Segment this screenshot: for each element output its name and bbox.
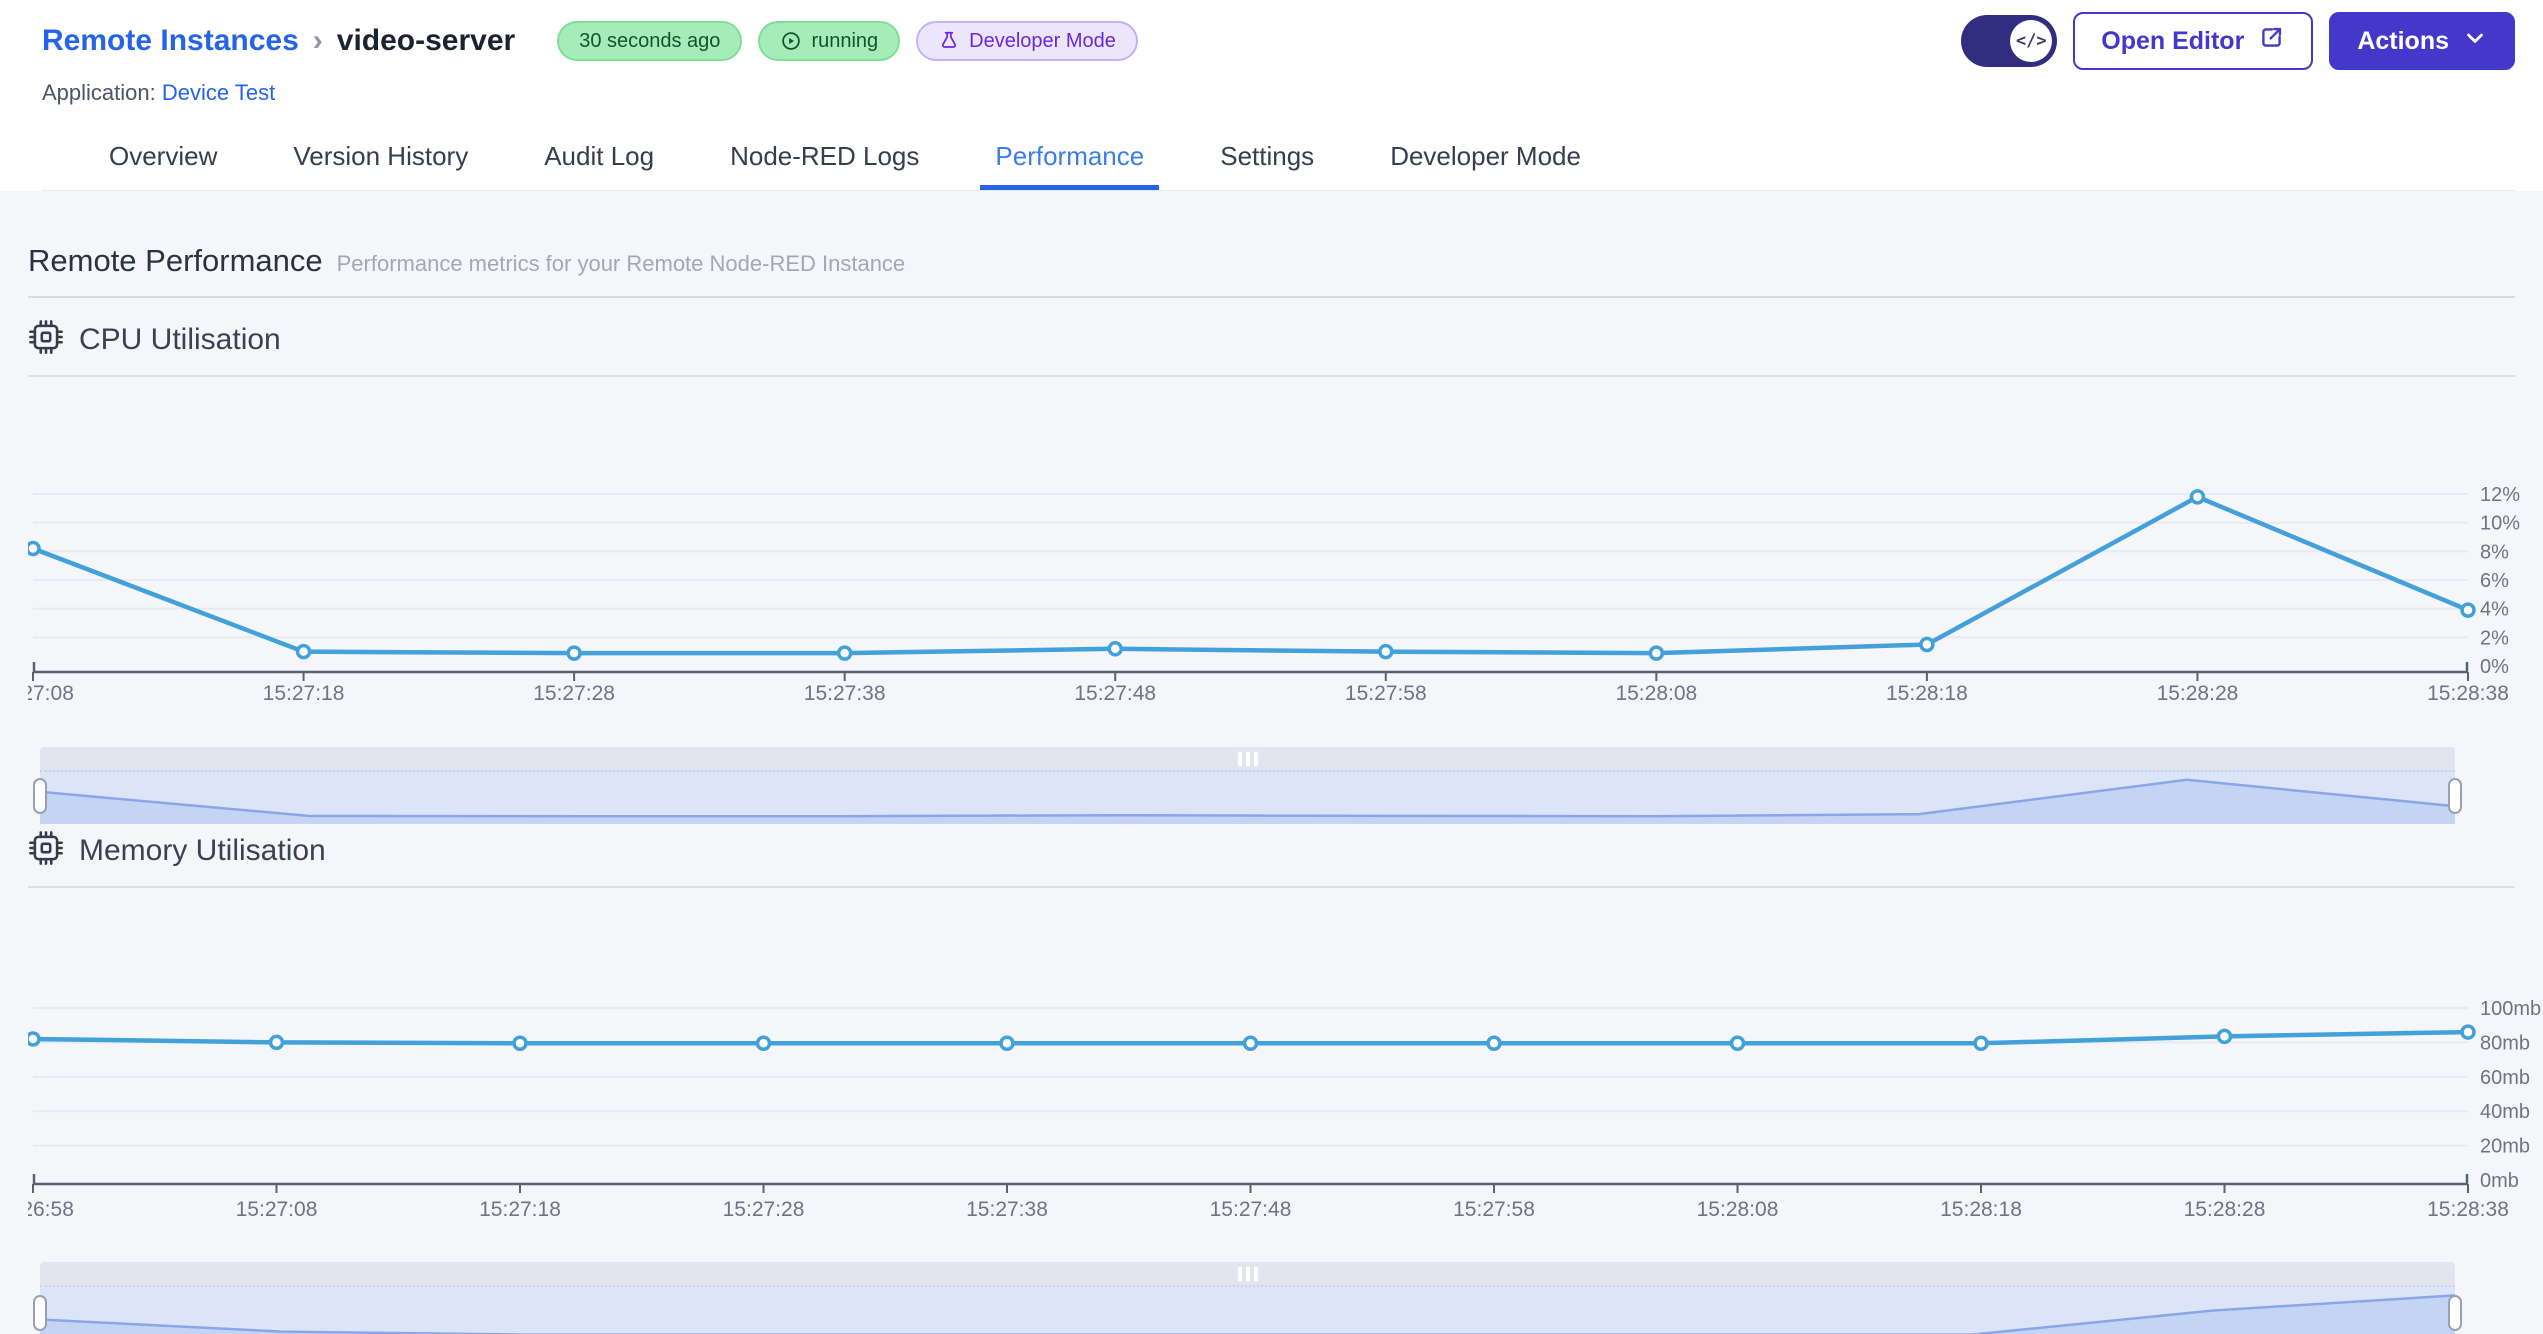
page-title: Remote Performance [28,243,323,278]
svg-text:12%: 12% [2480,484,2520,506]
instance-name: video-server [336,24,516,57]
svg-text:15:28:28: 15:28:28 [2157,682,2239,705]
svg-text:15:28:18: 15:28:18 [1886,682,1968,705]
breadcrumb-remote-instances-link[interactable]: Remote Instances [42,24,299,58]
svg-text:80mb: 80mb [2480,1032,2530,1054]
svg-text:15:28:18: 15:28:18 [1940,1198,2022,1221]
tab-overview[interactable]: Overview [94,126,232,190]
svg-text:100mb: 100mb [2480,998,2541,1020]
cpu-brush-selection[interactable] [40,770,2455,824]
code-icon: </> [2010,20,2053,62]
svg-text:40mb: 40mb [2480,1101,2530,1123]
svg-text:10%: 10% [2480,513,2520,535]
svg-text:15:27:28: 15:27:28 [723,1198,805,1221]
page-header: Remote Instances › video-server 30 secon… [0,0,2543,191]
tab-bar: Overview Version History Audit Log Node-… [42,126,2515,191]
svg-text:15:28:08: 15:28:08 [1615,682,1697,705]
tab-performance[interactable]: Performance [980,126,1159,190]
memory-section-title: Memory Utilisation [79,833,326,867]
cpu-brush-rail[interactable] [40,747,2455,770]
code-editor-toggle[interactable]: </> [1961,15,2058,67]
svg-text:15:28:38: 15:28:38 [2427,682,2509,705]
svg-text:15:27:58: 15:27:58 [1453,1198,1535,1221]
application-line: Application: Device Test [42,80,276,105]
svg-text:0%: 0% [2480,656,2509,678]
svg-text:15:27:28: 15:27:28 [533,682,615,705]
chevron-down-icon [2463,26,2487,57]
svg-text:8%: 8% [2480,541,2509,563]
memory-brush-selection[interactable] [40,1285,2455,1334]
svg-text:15:28:38: 15:28:38 [2427,1198,2509,1221]
open-editor-button[interactable]: Open Editor [2073,12,2314,70]
memory-brush-grip-icon[interactable] [1237,1266,1258,1281]
application-link[interactable]: Device Test [162,80,275,105]
play-circle-icon [780,30,802,52]
cpu-section-header: CPU Utilisation [28,319,2515,360]
tab-audit-log[interactable]: Audit Log [529,126,669,190]
cpu-utilisation-chart[interactable]: 0% 2% 4% 6% 8% 10% 12% 15:27:08 15:27:18 15:27:28… [28,379,2543,709]
svg-text:0mb: 0mb [2480,1170,2519,1192]
divider [28,296,2515,298]
flask-icon [938,30,960,52]
memory-chip-icon [28,830,64,871]
page-subtitle: Performance metrics for your Remote Node… [336,251,906,276]
svg-text:15:27:38: 15:27:38 [804,682,886,705]
svg-text:15:27:58: 15:27:58 [1345,682,1427,705]
svg-text:2%: 2% [2480,627,2509,649]
actions-button[interactable]: Actions [2329,12,2515,70]
svg-text:60mb: 60mb [2480,1067,2530,1089]
tab-node-red-logs[interactable]: Node-RED Logs [715,126,934,190]
cpu-minichart [40,778,2455,824]
cpu-brush-right-handle[interactable] [2448,778,2462,814]
svg-text:15:27:18: 15:27:18 [263,682,345,705]
svg-text:15:27:08: 15:27:08 [236,1198,318,1221]
svg-text:15:27:38: 15:27:38 [966,1198,1048,1221]
cpu-section-title: CPU Utilisation [79,322,281,356]
cpu-chart-range-slider [33,747,2462,824]
breadcrumb-separator-icon: › [312,24,323,57]
status-badge: running [758,21,901,61]
divider [28,886,2515,888]
cpu-brush-grip-icon[interactable] [1237,751,1258,766]
memory-chart-range-slider [33,1262,2462,1334]
svg-text:20mb: 20mb [2480,1136,2530,1158]
svg-text:15:28:08: 15:28:08 [1697,1198,1779,1221]
memory-brush-right-handle[interactable] [2448,1295,2462,1331]
memory-section-header: Memory Utilisation [28,830,2515,871]
divider [28,375,2515,377]
memory-minichart [40,1294,2455,1334]
svg-text:15:27:18: 15:27:18 [479,1198,561,1221]
cpu-brush-left-handle[interactable] [33,778,47,814]
tab-version-history[interactable]: Version History [278,126,483,190]
tab-settings[interactable]: Settings [1205,126,1329,190]
svg-text:6%: 6% [2480,570,2509,592]
memory-utilisation-chart[interactable]: 0mb 20mb 40mb 60mb 80mb 100mb 15:26:58 15:27:08… [28,890,2543,1240]
svg-text:15:27:48: 15:27:48 [1074,682,1156,705]
last-seen-badge: 30 seconds ago [557,21,743,61]
memory-brush-rail[interactable] [40,1262,2455,1285]
developer-mode-badge: Developer Mode [916,21,1138,61]
performance-panel: Remote Performance Performance metrics f… [0,191,2543,1334]
memory-brush-left-handle[interactable] [33,1295,47,1331]
external-link-icon [2258,24,2285,58]
svg-text:15:28:28: 15:28:28 [2184,1198,2266,1221]
tab-developer-mode[interactable]: Developer Mode [1375,126,1596,190]
svg-text:15:26:58: 15:26:58 [28,1198,74,1221]
svg-text:4%: 4% [2480,599,2509,621]
svg-text:15:27:48: 15:27:48 [1210,1198,1292,1221]
svg-text:15:27:08: 15:27:08 [28,682,74,705]
cpu-chip-icon [28,319,64,360]
breadcrumb: Remote Instances › video-server [42,24,515,58]
